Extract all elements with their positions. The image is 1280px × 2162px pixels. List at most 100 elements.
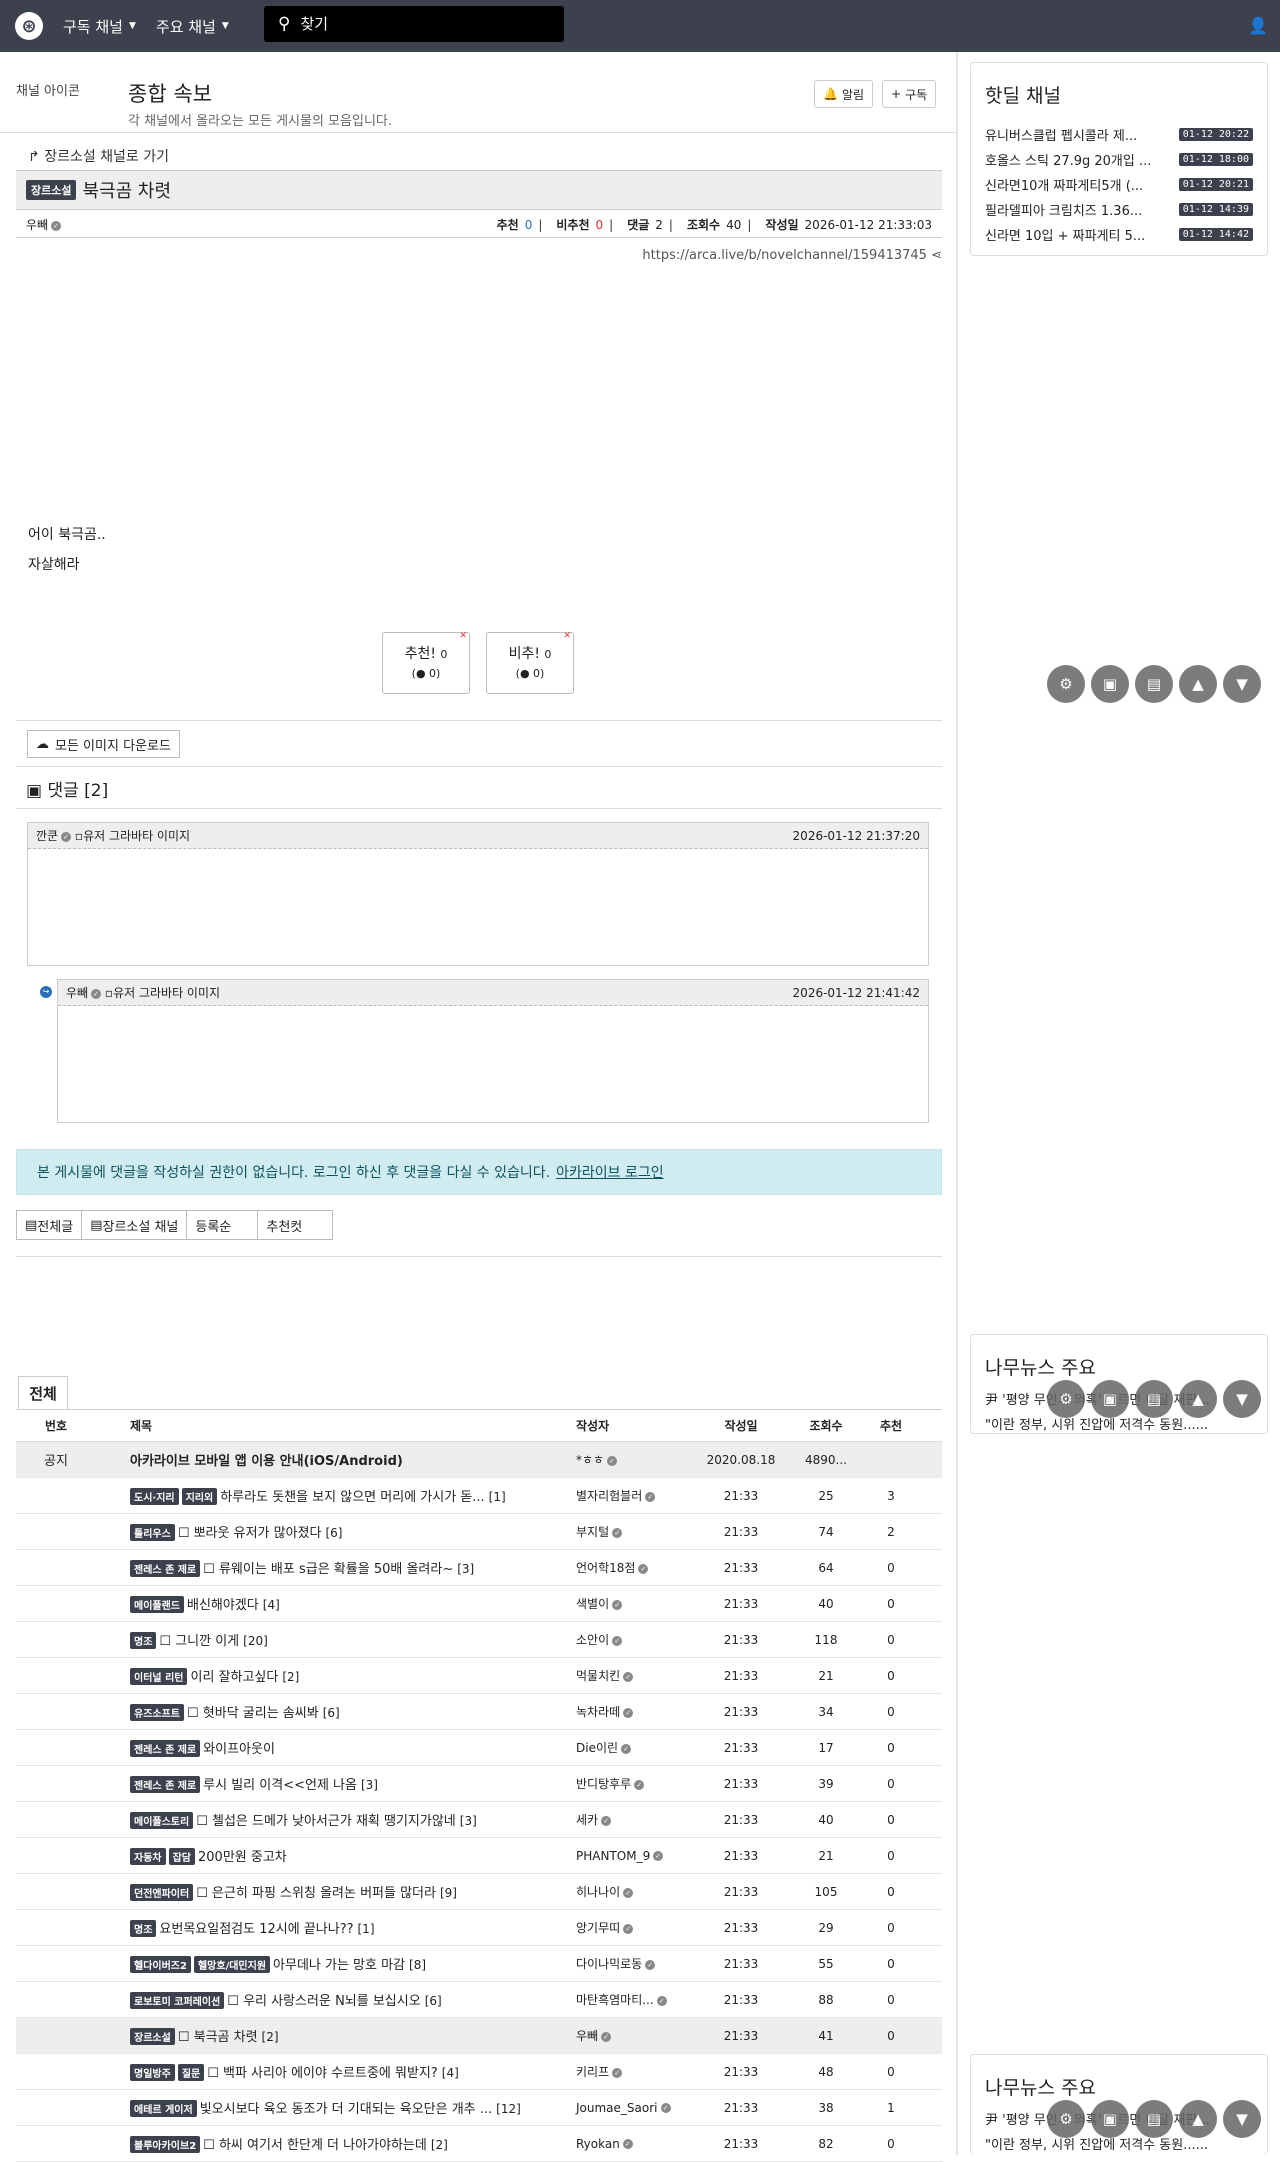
row-title[interactable]: 메이플랜드 배신해야겠다 [4] bbox=[96, 1594, 566, 1613]
scroll-down-icon[interactable]: ▼ bbox=[1223, 2100, 1261, 2138]
row-title[interactable]: 에테르 게이저 빛오시보다 육오 동조가 더 기대되는 육오단은 개추 ... [1… bbox=[96, 2098, 566, 2117]
table-row[interactable]: 블루아카이브2 ☐ 하씨 여기서 한단계 더 나아가야하는데 [2] Ryokan ✓ 2… bbox=[16, 2126, 942, 2162]
category-badge[interactable]: 지리외 bbox=[181, 1488, 218, 1505]
table-row[interactable]: 젠레스 존 제로 루시 빌리 이격<<언제 나옴 [3] 반디탕후루 ✓ 21:33 39 0 bbox=[16, 1766, 942, 1802]
row-title[interactable]: 유즈소프트 ☐ 혓바닥 굴리는 솜씨봐 [6] bbox=[96, 1702, 566, 1721]
alarm-button[interactable]: 🔔 알림 bbox=[814, 80, 874, 108]
category-badge[interactable]: 메이플스토리 bbox=[130, 1812, 194, 1829]
row-author[interactable]: PHANTOM_9 ✓ bbox=[566, 1849, 696, 1863]
row-author[interactable]: 소안이 ✓ bbox=[566, 1631, 696, 1648]
table-row[interactable]: 메이플랜드 배신해야겠다 [4] 색별이 ✓ 21:33 40 0 bbox=[16, 1586, 942, 1622]
notice-row[interactable]: 공지 아카라이브 모바일 앱 이용 안내(iOS/Android) *ㅎㅎ ✓ 2020… bbox=[16, 1442, 942, 1478]
cut-select[interactable]: 추천컷 bbox=[257, 1210, 334, 1240]
downvote-button[interactable]: ✕ 비추! 0 (● 0) bbox=[486, 631, 574, 694]
table-row[interactable]: 로보토미 코퍼레이션 ☐ 우리 사랑스러운 N뇌를 보십시오 [6] 마탄흑염마티..… bbox=[16, 1982, 942, 2018]
row-author[interactable]: 녹차라떼 ✓ bbox=[566, 1703, 696, 1720]
table-row[interactable]: 명조 ☐ 그니깐 이게 [20] 소안이 ✓ 21:33 118 0 bbox=[16, 1622, 942, 1658]
upvote-button[interactable]: ✕ 추천! 0 (● 0) bbox=[382, 631, 470, 694]
hotdeal-item[interactable]: 필라델피아 크림치즈 1.36... 01-12 14:39 bbox=[971, 197, 1267, 222]
board-title[interactable]: 종합 속보 bbox=[128, 78, 212, 108]
search-icon[interactable]: ⚲ bbox=[278, 14, 290, 34]
hotdeal-item[interactable]: 유니버스클럽 펩시콜라 제... 01-12 20:22 bbox=[971, 122, 1267, 147]
comments-icon[interactable]: ▣ bbox=[1091, 665, 1129, 703]
news-title[interactable]: 나무뉴스 주요 bbox=[985, 2073, 1267, 2100]
list-icon[interactable]: ▤ bbox=[1135, 1380, 1173, 1418]
hotdeal-item[interactable]: 신라면10개 짜파게티5개 (... 01-12 20:21 bbox=[971, 172, 1267, 197]
scroll-down-icon[interactable]: ▼ bbox=[1223, 665, 1261, 703]
category-badge[interactable]: 장르소설 bbox=[26, 180, 77, 200]
subscribe-button[interactable]: + 구독 bbox=[882, 80, 937, 108]
category-badge[interactable]: 명조 bbox=[130, 1920, 157, 1937]
list-icon[interactable]: ▤ bbox=[1135, 665, 1173, 703]
row-title[interactable]: 이터널 리턴 이리 잘하고싶다 [2] bbox=[96, 1666, 566, 1685]
row-author[interactable]: 색별이 ✓ bbox=[566, 1595, 696, 1612]
table-row[interactable]: 명일방주 질문 ☐ 백파 사리아 에이야 수르트중에 뭐받지? [4] 키리프 ✓ 21:3… bbox=[16, 2054, 942, 2090]
row-title[interactable]: 헬다이버즈2 헬망호/대민지원 아무데나 가는 망호 마감 [8] bbox=[96, 1954, 566, 1973]
search-input[interactable] bbox=[300, 15, 521, 33]
row-author[interactable]: 세카 ✓ bbox=[566, 1811, 696, 1828]
category-badge[interactable]: 잡담 bbox=[168, 1848, 196, 1865]
login-link[interactable]: 아카라이브 로그인 bbox=[556, 1162, 664, 1182]
row-title[interactable]: 던전앤파이터 ☐ 은근히 파핑 스위칭 올려논 버퍼들 많더라 [9] bbox=[96, 1882, 566, 1901]
table-row[interactable]: 에테르 게이저 빛오시보다 육오 동조가 더 기대되는 육오단은 개추 ... [1… bbox=[16, 2090, 942, 2126]
news-title[interactable]: 나무뉴스 주요 bbox=[985, 1353, 1267, 1380]
row-author[interactable]: 우빼 ✓ bbox=[566, 2027, 696, 2044]
gear-icon[interactable]: ⚙ bbox=[1047, 665, 1085, 703]
category-badge[interactable]: 질문 bbox=[177, 2064, 205, 2081]
category-badge[interactable]: 틀리우스 bbox=[130, 1524, 175, 1541]
goto-channel-link[interactable]: ↱ 장르소설 채널로 가기 bbox=[28, 146, 169, 166]
gear-icon[interactable]: ⚙ bbox=[1047, 1380, 1085, 1418]
table-row[interactable]: 던전앤파이터 ☐ 은근히 파핑 스위칭 올려논 버퍼들 많더라 [9] 히나나이 ✓ 21… bbox=[16, 1874, 942, 1910]
filter-all-posts[interactable]: ▤ 전체글 bbox=[16, 1210, 83, 1240]
tab-all[interactable]: 전체 bbox=[18, 1376, 68, 1410]
row-author[interactable]: 별자리험블러 ✓ bbox=[566, 1487, 696, 1504]
row-author[interactable]: 언어학18점 ✓ bbox=[566, 1559, 696, 1576]
comment-author[interactable]: 우빼 ✓ ▫유저 그라바타 이미지 bbox=[66, 984, 793, 1001]
main-channels-menu[interactable]: 주요 채널 ▼ bbox=[156, 16, 229, 37]
row-title[interactable]: 로보토미 코퍼레이션 ☐ 우리 사랑스러운 N뇌를 보십시오 [6] bbox=[96, 1990, 566, 2009]
category-badge[interactable]: 헬다이버즈2 bbox=[130, 1956, 191, 1973]
share-icon[interactable]: ⋖ bbox=[931, 248, 942, 263]
table-row[interactable]: 유즈소프트 ☐ 혓바닥 굴리는 솜씨봐 [6] 녹차라떼 ✓ 21:33 34 0 bbox=[16, 1694, 942, 1730]
row-author[interactable]: 키리프 ✓ bbox=[566, 2063, 696, 2080]
row-title[interactable]: 젠레스 존 제로 루시 빌리 이격<<언제 나옴 [3] bbox=[96, 1774, 566, 1793]
row-author[interactable]: *ㅎㅎ ✓ bbox=[566, 1451, 696, 1468]
row-title[interactable]: 명조 요번목요일점검도 12시에 끝나나?? [1] bbox=[96, 1918, 566, 1937]
subscribed-channels-menu[interactable]: 구독 채널 ▼ bbox=[63, 16, 136, 37]
row-author[interactable]: 부지털 ✓ bbox=[566, 1523, 696, 1540]
scroll-up-icon[interactable]: ▲ bbox=[1179, 2100, 1217, 2138]
table-row[interactable]: 장르소설 ☐ 북극곰 차렷 [2] 우빼 ✓ 21:33 41 0 bbox=[16, 2018, 942, 2054]
row-title[interactable]: 명조 ☐ 그니깐 이게 [20] bbox=[96, 1630, 566, 1649]
table-row[interactable]: 메이플스토리 ☐ 첼섭은 드메가 낮아서근가 재획 땡기지가않네 [3] 세카 ✓ 21:… bbox=[16, 1802, 942, 1838]
gear-icon[interactable]: ⚙ bbox=[1047, 2100, 1085, 2138]
table-row[interactable]: 이터널 리턴 이리 잘하고싶다 [2] 먹물치킨 ✓ 21:33 21 0 bbox=[16, 1658, 942, 1694]
comments-icon[interactable]: ▣ bbox=[1091, 1380, 1129, 1418]
row-author[interactable]: 다이나믹로동 ✓ bbox=[566, 1955, 696, 1972]
row-author[interactable]: 반디탕후루 ✓ bbox=[566, 1775, 696, 1792]
table-row[interactable]: 자동차 잡담 200만원 중고차 PHANTOM_9 ✓ 21:33 21 0 bbox=[16, 1838, 942, 1874]
category-badge[interactable]: 명일방주 bbox=[130, 2064, 175, 2081]
scroll-up-icon[interactable]: ▲ bbox=[1179, 1380, 1217, 1418]
scroll-up-icon[interactable]: ▲ bbox=[1179, 665, 1217, 703]
row-title[interactable]: 아카라이브 모바일 앱 이용 안내(iOS/Android) bbox=[96, 1450, 566, 1469]
category-badge[interactable]: 젠레스 존 제로 bbox=[130, 1560, 201, 1577]
category-badge[interactable]: 로보토미 코퍼레이션 bbox=[130, 1992, 225, 2009]
row-author[interactable]: 앙기무띠 ✓ bbox=[566, 1919, 696, 1936]
row-title[interactable]: 장르소설 ☐ 북극곰 차렷 [2] bbox=[96, 2026, 566, 2045]
category-badge[interactable]: 자동차 bbox=[130, 1848, 166, 1865]
post-url[interactable]: https://arca.live/b/novelchannel/1594137… bbox=[642, 248, 942, 263]
category-badge[interactable]: 헬망호/대민지원 bbox=[193, 1956, 271, 1973]
hotdeal-item[interactable]: 신라면 10입 + 짜파게티 5... 01-12 14:42 bbox=[971, 222, 1267, 247]
hotdeal-title[interactable]: 핫딜 채널 bbox=[985, 81, 1267, 108]
category-badge[interactable]: 던전앤파이터 bbox=[130, 1884, 194, 1901]
category-badge[interactable]: 메이플랜드 bbox=[130, 1596, 184, 1613]
comment-author[interactable]: 깐쿤 ✓ ▫유저 그라바타 이미지 bbox=[36, 827, 793, 844]
table-row[interactable]: 틀리우스 ☐ 뽀라웃 유저가 많아졌다 [6] 부지털 ✓ 21:33 74 2 bbox=[16, 1514, 942, 1550]
hotdeal-item[interactable]: 호올스 스틱 27.9g 20개입 ... 01-12 18:00 bbox=[971, 147, 1267, 172]
category-badge[interactable]: 유즈소프트 bbox=[130, 1704, 184, 1721]
row-author[interactable]: 마탄흑염마티... ✓ bbox=[566, 1991, 696, 2008]
row-title[interactable]: 자동차 잡담 200만원 중고차 bbox=[96, 1846, 566, 1865]
sort-select[interactable]: 등록순 bbox=[186, 1210, 259, 1240]
filter-channel[interactable]: ▤ 장르소설 채널 bbox=[81, 1210, 188, 1240]
table-row[interactable]: 도시·지리 지리외 하루라도 돗챈을 보지 않으면 머리에 가시가 돋... [1] 별… bbox=[16, 1478, 942, 1514]
